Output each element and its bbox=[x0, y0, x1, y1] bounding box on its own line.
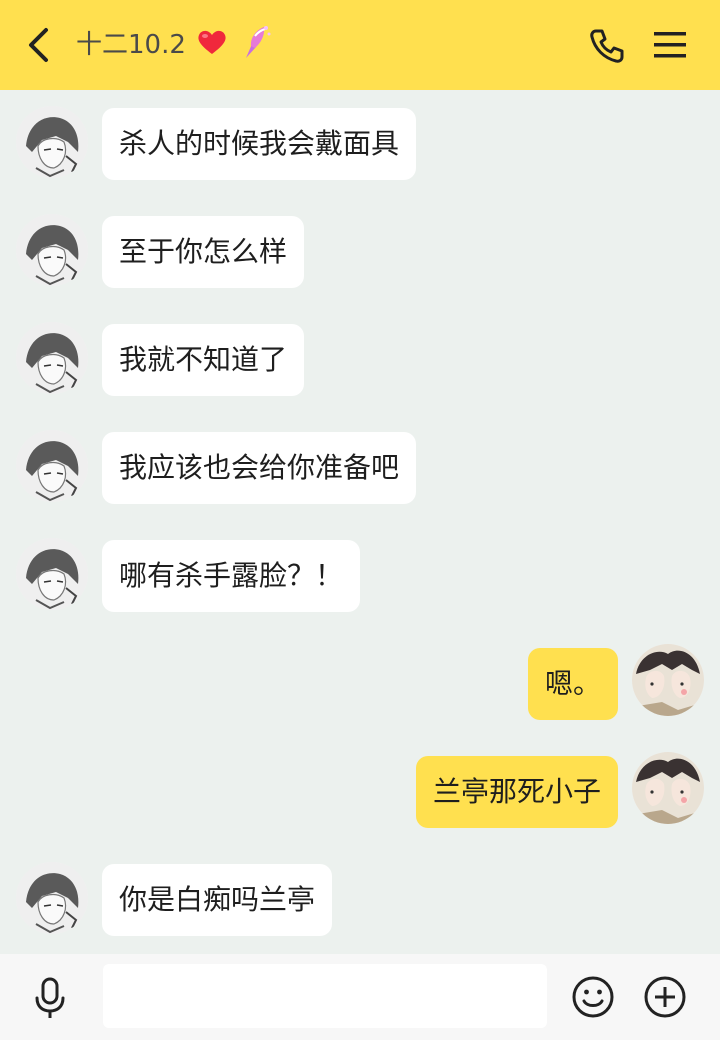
back-chevron-icon[interactable] bbox=[22, 24, 58, 66]
message-bubble[interactable]: 我就不知道了 bbox=[102, 324, 305, 396]
input-bar bbox=[0, 954, 720, 1040]
contact-avatar[interactable] bbox=[16, 322, 88, 394]
contact-avatar[interactable] bbox=[16, 106, 88, 178]
chat-header: 十二10.2 bbox=[0, 0, 720, 90]
message-row: 我应该也会给你准备吧 bbox=[0, 430, 720, 504]
user-avatar[interactable] bbox=[632, 644, 704, 716]
emoji-icon[interactable] bbox=[571, 975, 615, 1019]
message-row: 你是白痴吗兰亭 bbox=[0, 862, 720, 936]
message-row: 嗯。 bbox=[0, 644, 720, 720]
message-bubble[interactable]: 你是白痴吗兰亭 bbox=[102, 864, 333, 936]
message-row: 我就不知道了 bbox=[0, 322, 720, 396]
message-row: 至于你怎么样 bbox=[0, 214, 720, 288]
microphone-icon[interactable] bbox=[30, 976, 70, 1020]
user-avatar[interactable] bbox=[632, 752, 704, 824]
chat-title: 十二10.2 bbox=[76, 30, 186, 60]
sparkle-icon bbox=[246, 26, 271, 58]
contact-avatar[interactable] bbox=[16, 214, 88, 286]
message-input[interactable] bbox=[103, 964, 547, 1028]
message-bubble[interactable]: 哪有杀手露脸？！ bbox=[102, 540, 361, 612]
plus-icon[interactable] bbox=[643, 975, 687, 1019]
message-row: 兰亭那死小子 bbox=[0, 752, 720, 828]
heart-icon bbox=[198, 30, 226, 54]
message-bubble[interactable]: 嗯。 bbox=[527, 648, 618, 720]
message-bubble[interactable]: 我应该也会给你准备吧 bbox=[102, 432, 417, 504]
contact-avatar[interactable] bbox=[16, 430, 88, 502]
message-bubble[interactable]: 兰亭那死小子 bbox=[415, 756, 618, 828]
contact-avatar[interactable] bbox=[16, 862, 88, 934]
message-list[interactable]: 杀人的时候我会戴面具 至于你怎么样 我就不知道了 我应该也会给你准备吧 哪有杀手… bbox=[0, 90, 720, 954]
message-row: 哪有杀手露脸？！ bbox=[0, 538, 720, 612]
menu-icon[interactable] bbox=[652, 31, 688, 59]
contact-avatar[interactable] bbox=[16, 538, 88, 610]
message-row: 杀人的时候我会戴面具 bbox=[0, 106, 720, 180]
message-bubble[interactable]: 至于你怎么样 bbox=[102, 216, 305, 288]
phone-icon[interactable] bbox=[588, 27, 626, 65]
message-bubble[interactable]: 杀人的时候我会戴面具 bbox=[102, 108, 417, 180]
